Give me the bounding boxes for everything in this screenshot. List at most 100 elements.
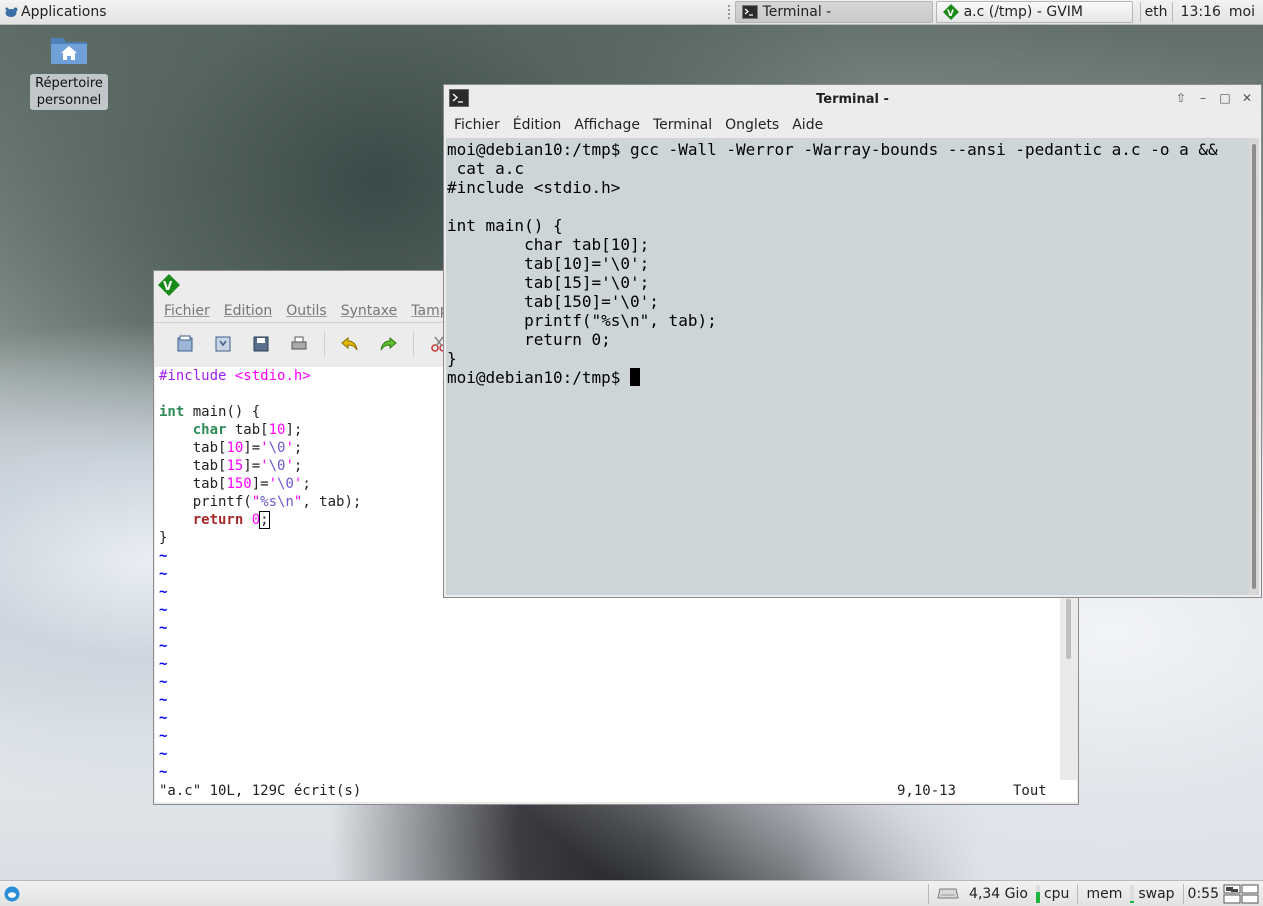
minimize-icon[interactable]: – xyxy=(1195,90,1211,106)
shade-icon[interactable]: ⇧ xyxy=(1173,90,1189,106)
redo-icon xyxy=(380,336,397,351)
save-file-button[interactable] xyxy=(204,329,242,359)
task-gvim-label: a.c (/tmp) - GVIM xyxy=(963,4,1083,20)
svg-text:V: V xyxy=(163,279,173,293)
term-menu-terminal[interactable]: Terminal xyxy=(653,117,712,133)
terminal-line: char tab[10]; xyxy=(447,235,650,254)
gvim-menu-outils[interactable]: Outils xyxy=(286,303,326,319)
tasklist-handle[interactable] xyxy=(727,5,732,19)
workspace-switcher-icon xyxy=(1223,884,1259,903)
redo-button[interactable] xyxy=(369,329,407,359)
gvim-scrollbar-thumb[interactable] xyxy=(1066,599,1071,659)
home-folder-label-line2: personnel xyxy=(36,93,102,108)
maximize-icon[interactable]: □ xyxy=(1217,90,1233,106)
network-indicator[interactable]: eth xyxy=(1145,4,1168,20)
xfce-mouse-icon xyxy=(5,7,18,17)
save-all-button[interactable] xyxy=(242,329,280,359)
empty-line-marker: ~ xyxy=(159,728,168,744)
terminal-line: tab[10]='\0'; xyxy=(447,254,650,273)
cpu-meter xyxy=(1035,884,1040,903)
term-menu-aide[interactable]: Aide xyxy=(792,117,823,133)
home-folder-label: Répertoire personnel xyxy=(30,74,108,110)
window-controls: ⇧ – □ ✕ xyxy=(1173,90,1255,106)
vim-icon: V xyxy=(942,4,959,20)
terminal-line: #include <stdio.h> xyxy=(447,178,621,197)
terminal-cursor xyxy=(630,368,641,386)
mem-monitor[interactable]: mem xyxy=(1082,883,1126,905)
print-button[interactable] xyxy=(280,329,318,359)
open-file-icon xyxy=(177,335,193,352)
terminal-scrollbar[interactable] xyxy=(1249,138,1259,595)
home-folder-label-line1: Répertoire xyxy=(35,76,103,91)
home-folder-desktop-icon[interactable]: Répertoire personnel xyxy=(30,30,108,110)
terminal-prompt-line: moi@debian10:/tmp$ xyxy=(447,368,1251,387)
clock[interactable]: 13:16 xyxy=(1181,4,1221,20)
svg-text:V: V xyxy=(947,9,954,19)
swap-label: swap xyxy=(1138,885,1175,902)
scroll-position: Tout xyxy=(1013,783,1047,799)
close-icon[interactable]: ✕ xyxy=(1239,90,1255,106)
undo-icon xyxy=(341,336,358,351)
term-menu-fichier[interactable]: Fichier xyxy=(454,117,500,133)
terminal-line: tab[15]='\0'; xyxy=(447,273,650,292)
user-menu[interactable]: moi xyxy=(1229,4,1255,20)
empty-line-marker: ~ xyxy=(159,620,168,636)
terminal-line: printf("%s\n", tab); xyxy=(447,311,717,330)
disk-icon xyxy=(937,888,959,898)
gvim-window-icon: V xyxy=(158,274,180,296)
cursor-position: 9,10-13 xyxy=(897,783,957,799)
term-menu-onglets[interactable]: Onglets xyxy=(725,117,779,133)
empty-line-marker: ~ xyxy=(159,602,168,618)
terminal-icon xyxy=(741,5,758,19)
gvim-menu-edition[interactable]: Edition xyxy=(224,303,272,319)
applications-menu-button[interactable]: Applications xyxy=(0,0,113,25)
task-terminal-label: Terminal - xyxy=(762,4,832,20)
empty-line-marker: ~ xyxy=(159,674,168,690)
terminal-titlebar[interactable]: Terminal - ⇧ – □ ✕ xyxy=(444,85,1261,113)
terminal-line: } xyxy=(447,349,457,368)
terminal-scrollbar-thumb[interactable] xyxy=(1252,144,1256,589)
terminal-window: Terminal - ⇧ – □ ✕ Fichier Édition Affic… xyxy=(443,84,1262,598)
cpu-monitor[interactable]: cpu xyxy=(1032,883,1073,905)
task-gvim[interactable]: V a.c (/tmp) - GVIM xyxy=(935,1,1133,23)
task-terminal[interactable]: Terminal - xyxy=(734,1,933,23)
storage-free: 4,34 Gio xyxy=(969,885,1028,902)
terminal-line: int main() { xyxy=(447,216,563,235)
terminal-prompt: moi@debian10:/tmp$ xyxy=(447,368,631,387)
save-all-icon xyxy=(253,336,269,352)
terminal-output[interactable]: moi@debian10:/tmp$ gcc -Wall -Werror -Wa… xyxy=(446,138,1251,595)
empty-line-marker: ~ xyxy=(159,710,168,726)
xfce-logo-icon xyxy=(4,886,20,901)
cpu-label: cpu xyxy=(1043,885,1070,902)
mem-label: mem xyxy=(1086,885,1123,902)
undo-button[interactable] xyxy=(331,329,369,359)
status-message: "a.c" 10L, 129C écrit(s) xyxy=(159,783,362,799)
print-icon xyxy=(291,336,307,350)
save-file-icon xyxy=(215,336,231,352)
storage-indicator[interactable]: 4,34 Gio xyxy=(933,883,1032,905)
mem-meter-fill xyxy=(1130,900,1135,903)
show-desktop-button[interactable] xyxy=(0,883,24,905)
terminal-line: tab[150]='\0'; xyxy=(447,292,659,311)
term-menu-affichage[interactable]: Affichage xyxy=(574,117,640,133)
term-menu-edition[interactable]: Édition xyxy=(513,117,561,133)
timer-indicator[interactable]: 0:55 xyxy=(1188,886,1219,902)
empty-line-marker: ~ xyxy=(159,656,168,672)
empty-line-marker: ~ xyxy=(159,692,168,708)
empty-line-marker: ~ xyxy=(159,638,168,654)
terminal-title: Terminal - xyxy=(816,91,889,107)
swap-monitor[interactable]: swap xyxy=(1126,883,1178,905)
top-panel: Applications Terminal - V a.c (/tmp) - G… xyxy=(0,0,1263,25)
vim-cursor: ; xyxy=(259,511,270,529)
terminal-line: cat a.c xyxy=(447,159,525,178)
empty-line-marker: ~ xyxy=(159,746,168,762)
gvim-status-line: "a.c" 10L, 129C écrit(s) 9,10-13 Tout xyxy=(155,780,1077,802)
gvim-menu-fichier[interactable]: Fichier xyxy=(164,303,210,319)
terminal-line: return 0; xyxy=(447,330,611,349)
mem-meter xyxy=(1130,884,1135,903)
gvim-menu-syntaxe[interactable]: Syntaxe xyxy=(341,303,398,319)
home-folder-icon xyxy=(51,38,87,64)
workspace-switcher[interactable] xyxy=(1219,883,1263,905)
open-file-button[interactable] xyxy=(166,329,204,359)
